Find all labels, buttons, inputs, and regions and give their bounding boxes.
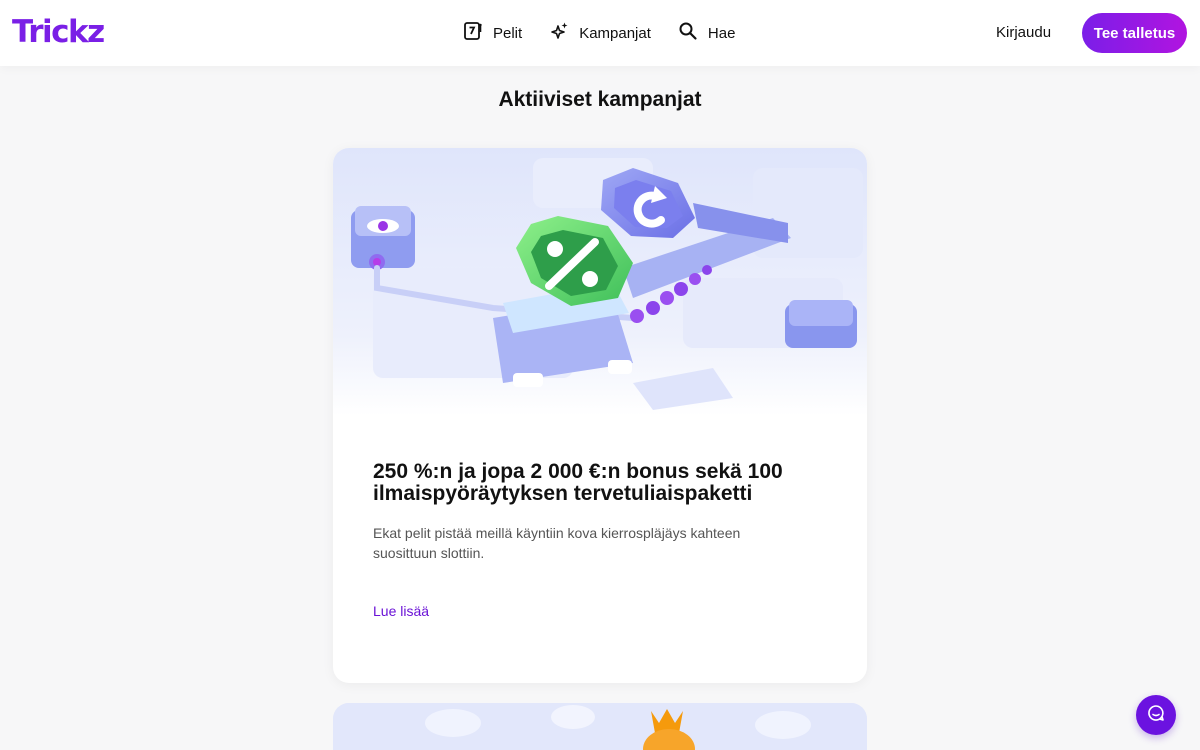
nav-label-promotions: Kampanjat: [579, 24, 651, 42]
chat-button[interactable]: [1136, 695, 1176, 735]
chat-icon: [1147, 704, 1165, 727]
promotion-title: 250 %:n ja jopa 2 000 €:n bonus sekä 100…: [373, 460, 783, 505]
read-more-link[interactable]: Lue lisää: [373, 603, 429, 619]
main-nav: Pelit Kampanjat Hae: [463, 0, 762, 66]
promotion-illustration-next: [333, 703, 867, 750]
promotion-illustration: [333, 148, 867, 416]
promotion-card[interactable]: 250 %:n ja jopa 2 000 €:n bonus sekä 100…: [333, 148, 867, 683]
login-link[interactable]: Kirjaudu: [996, 22, 1051, 44]
nav-label-search: Hae: [707, 24, 736, 42]
slot-seven-icon: [463, 21, 493, 45]
logo[interactable]: Trickz: [12, 12, 105, 52]
nav-item-games[interactable]: Pelit: [463, 21, 522, 45]
sparkles-icon: [549, 21, 579, 45]
nav-item-search[interactable]: Hae: [678, 21, 736, 45]
deposit-button[interactable]: Tee talletus: [1082, 13, 1187, 53]
page-title: Aktiiviset kampanjat: [498, 88, 702, 111]
nav-item-promotions[interactable]: Kampanjat: [549, 21, 651, 45]
nav-label-games: Pelit: [493, 24, 523, 42]
promotion-card-next[interactable]: [333, 703, 867, 750]
top-header: Trickz Pelit Kampanjat Hae Kirjaudu Tee …: [0, 0, 1200, 66]
search-icon: [678, 21, 708, 45]
promotion-description: Ekat pelit pistää meillä käyntiin kova k…: [373, 525, 741, 561]
